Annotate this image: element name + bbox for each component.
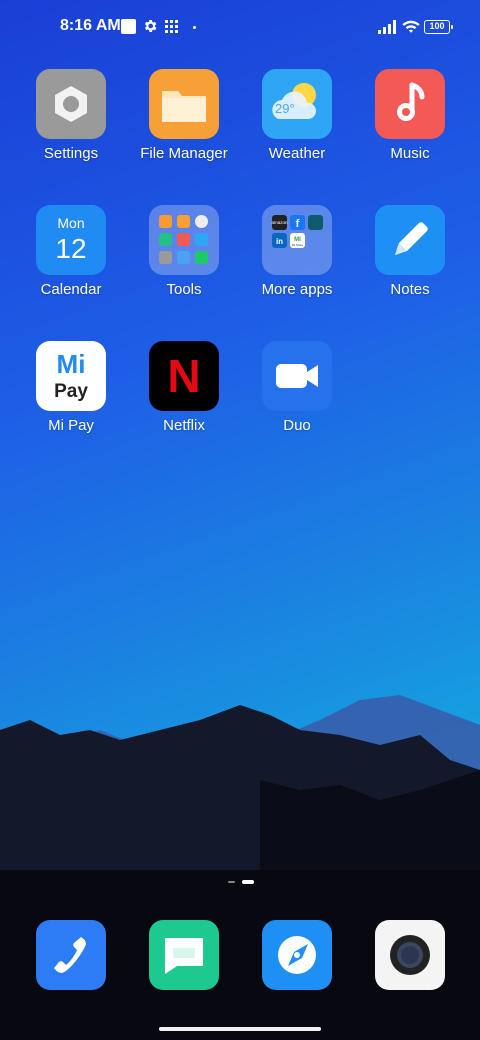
app-duo[interactable]: Duo <box>241 341 353 434</box>
mini-mistore-label: Mi Store <box>292 243 304 247</box>
wifi-icon <box>402 20 420 33</box>
netflix-logo: N <box>167 350 201 402</box>
signal-icon <box>378 20 396 34</box>
app-mi-pay[interactable]: Mi Pay Mi Pay <box>15 341 127 434</box>
calendar-day: Mon <box>57 215 85 231</box>
app-label: Settings <box>43 145 99 162</box>
app-label: More apps <box>261 281 333 298</box>
app-folder-tools[interactable]: Tools <box>128 205 240 298</box>
app-folder-more-apps[interactable]: amazon f in MI Mi Store More apps <box>241 205 353 298</box>
mi-pay-logo-bottom: Pay <box>54 381 88 402</box>
mini-amazon-label: amazon <box>271 220 288 225</box>
app-label: Mi Pay <box>48 417 94 434</box>
app-file-manager[interactable]: File Manager <box>128 69 240 162</box>
video-camera-icon <box>262 341 332 411</box>
app-calendar[interactable]: Mon 12 Calendar <box>15 205 127 298</box>
mini-linkedin-label: in <box>276 237 283 246</box>
calendar-date: 12 <box>55 233 87 264</box>
app-settings[interactable]: Settings <box>15 69 127 162</box>
music-note-icon <box>375 69 445 139</box>
app-label: Duo <box>283 417 311 434</box>
app-label: Notes <box>390 281 430 298</box>
phone-icon[interactable] <box>36 920 106 990</box>
page-indicator <box>228 880 254 884</box>
tools-folder-icon <box>149 205 219 275</box>
app-label: Calendar <box>40 281 102 298</box>
weather-icon: 29° <box>262 69 332 139</box>
app-label: Tools <box>166 281 202 298</box>
app-label: Netflix <box>163 417 205 434</box>
mi-pay-logo-top: Mi <box>56 349 86 379</box>
calendar-icon: Mon 12 <box>36 205 106 275</box>
gear-icon <box>144 20 157 32</box>
app-label: Music <box>390 145 430 162</box>
status-time: 8:16 AM <box>60 17 121 34</box>
netflix-icon: N <box>149 341 219 411</box>
battery-icon: 100 <box>424 20 453 34</box>
mi-pay-icon: Mi Pay <box>36 341 106 411</box>
folder-icon <box>149 69 219 139</box>
home-gesture-bar[interactable] <box>159 1027 321 1031</box>
weather-temp: 29° <box>275 101 295 116</box>
settings-icon <box>36 69 106 139</box>
app-weather[interactable]: 29° Weather <box>241 69 353 162</box>
app-label: File Manager <box>140 145 228 162</box>
status-bar: 8:16 AM 100 <box>0 0 480 56</box>
grid-icon <box>165 20 178 33</box>
app-music[interactable]: Music <box>354 69 466 162</box>
more-apps-folder-icon: amazon f in MI Mi Store <box>262 205 332 275</box>
mini-facebook-label: f <box>296 218 300 230</box>
app-notes[interactable]: Notes <box>354 205 466 298</box>
pencil-icon <box>375 205 445 275</box>
app-netflix[interactable]: N Netflix <box>128 341 240 434</box>
square-notification-icon <box>121 19 136 34</box>
camera-icon[interactable] <box>375 920 445 990</box>
dot-icon <box>193 26 196 29</box>
message-icon[interactable] <box>149 920 219 990</box>
compass-icon[interactable] <box>262 920 332 990</box>
app-label: Weather <box>268 145 326 162</box>
